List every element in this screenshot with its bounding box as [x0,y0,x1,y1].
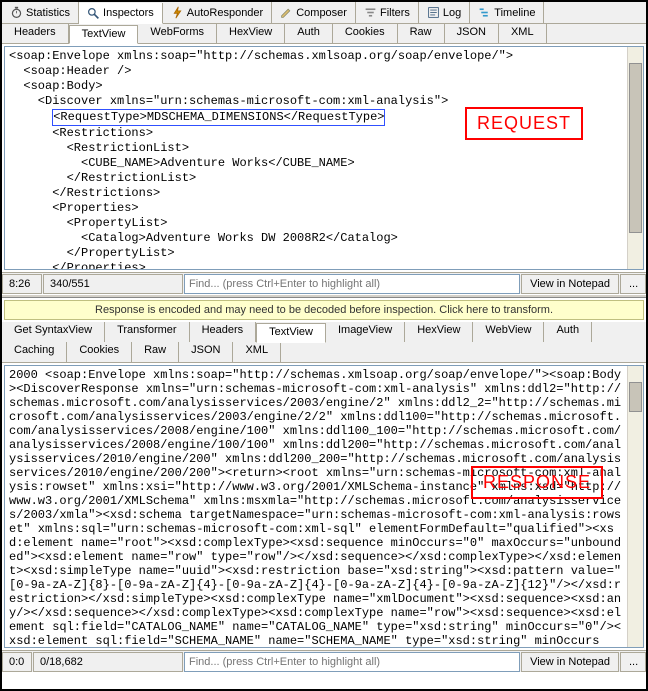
tab-statistics[interactable]: Statistics [2,2,79,23]
resptab-xml[interactable]: XML [233,342,281,362]
tab-filters[interactable]: Filters [356,2,419,23]
tab-statistics-label: Statistics [26,7,70,19]
tab-inspectors-label: Inspectors [103,7,154,19]
tab-timeline[interactable]: Timeline [470,2,544,23]
pencil-icon [280,6,293,19]
resptab-webview[interactable]: WebView [473,322,544,342]
tab-timeline-label: Timeline [494,7,535,19]
resptab-transformer[interactable]: Transformer [105,322,190,342]
reqtab-raw[interactable]: Raw [398,24,445,43]
main-tab-bar: Statistics Inspectors AutoResponder Comp… [2,2,646,24]
lightning-icon [171,6,184,19]
resptab-headers[interactable]: Headers [190,322,257,342]
request-tabs: Headers TextView WebForms HexView Auth C… [2,24,646,44]
annotation-request: REQUEST [465,107,583,140]
tab-autoresponder-label: AutoResponder [187,7,263,19]
resptab-json[interactable]: JSON [179,342,233,362]
magnifier-icon [87,7,100,20]
resptab-textview[interactable]: TextView [256,323,326,343]
response-body-panel: 2000 <soap:Envelope xmlns:soap="http://s… [4,365,644,648]
request-body-panel: <soap:Envelope xmlns:soap="http://schema… [4,46,644,270]
scroll-thumb[interactable] [629,382,642,412]
response-find-input[interactable] [184,652,520,672]
reqtab-hexview[interactable]: HexView [217,24,285,43]
reqtab-headers[interactable]: Headers [2,24,69,43]
annotation-response: RESPONSE [471,466,603,499]
request-statusbar: 8:26 340/551 View in Notepad ... [2,272,646,294]
response-statusbar: 0:0 0/18,682 View in Notepad ... [2,650,646,672]
tab-composer[interactable]: Composer [272,2,356,23]
tab-autoresponder[interactable]: AutoResponder [163,2,272,23]
resptab-hexview[interactable]: HexView [405,322,473,342]
reqtab-json[interactable]: JSON [445,24,499,43]
reqtab-auth[interactable]: Auth [285,24,333,43]
reqtab-textview[interactable]: TextView [69,25,139,44]
tab-inspectors[interactable]: Inspectors [79,3,163,24]
request-view-notepad-button[interactable]: View in Notepad [521,274,619,294]
tab-log[interactable]: Log [419,2,470,23]
req-cursor-pos: 8:26 [2,274,42,294]
resp-cursor-pos: 0:0 [2,652,32,672]
reqtab-xml[interactable]: XML [499,24,547,43]
reqtab-webforms[interactable]: WebForms [138,24,217,43]
request-find-input[interactable] [184,274,520,294]
resptab-getsyntax[interactable]: Get SyntaxView [2,322,105,342]
response-tabs: Get SyntaxView Transformer Headers TextV… [2,322,646,363]
resptab-auth[interactable]: Auth [544,322,592,342]
filter-icon [364,6,377,19]
request-scrollbar[interactable] [627,47,643,269]
response-more-button[interactable]: ... [620,652,646,672]
tab-filters-label: Filters [380,7,410,19]
timeline-icon [478,6,491,19]
scroll-thumb[interactable] [629,63,642,233]
tab-composer-label: Composer [296,7,347,19]
resptab-cookies[interactable]: Cookies [67,342,132,362]
request-more-button[interactable]: ... [620,274,646,294]
req-char-count: 340/551 [43,274,183,294]
response-scrollbar[interactable] [627,366,643,647]
resptab-imageview[interactable]: ImageView [326,322,405,342]
resptab-caching[interactable]: Caching [2,342,67,362]
tab-log-label: Log [443,7,461,19]
decode-bar[interactable]: Response is encoded and may need to be d… [4,300,644,320]
request-textview[interactable]: <soap:Envelope xmlns:soap="http://schema… [5,47,627,269]
splitter[interactable] [2,294,646,298]
response-view-notepad-button[interactable]: View in Notepad [521,652,619,672]
reqtab-cookies[interactable]: Cookies [333,24,398,43]
resp-char-count: 0/18,682 [33,652,183,672]
stopwatch-icon [10,6,23,19]
log-icon [427,6,440,19]
response-textview[interactable]: 2000 <soap:Envelope xmlns:soap="http://s… [5,366,627,647]
resptab-raw[interactable]: Raw [132,342,179,362]
